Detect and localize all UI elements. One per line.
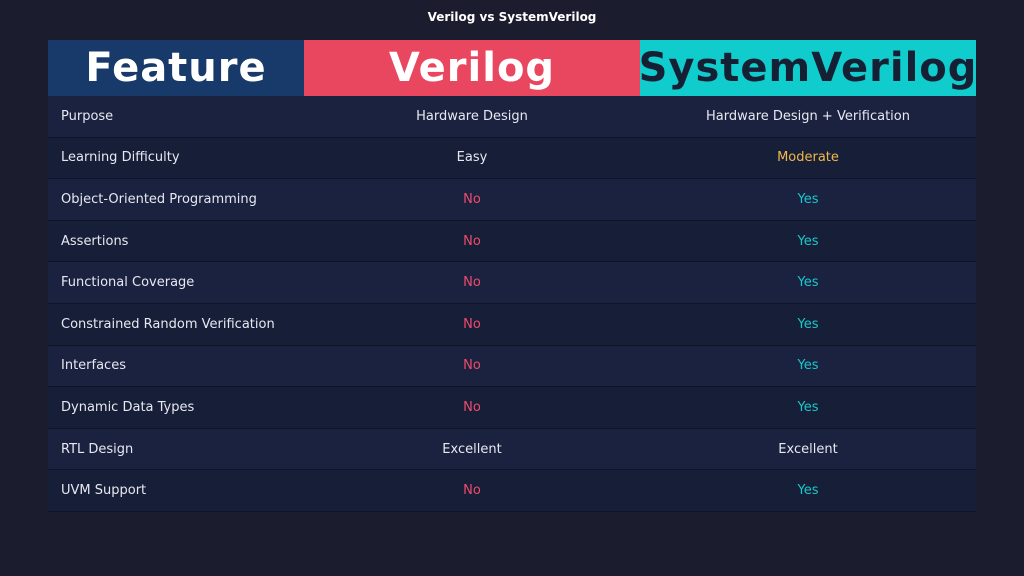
table-row: Constrained Random Verification No Yes xyxy=(48,303,976,346)
feature-cell: Learning Difficulty xyxy=(61,150,180,166)
table-row: Purpose Hardware Design Hardware Design … xyxy=(48,96,976,138)
header-verilog: Verilog xyxy=(304,40,640,96)
feature-cell: RTL Design xyxy=(61,441,134,457)
systemverilog-cell: Yes xyxy=(797,316,819,332)
feature-cell: UVM Support xyxy=(61,483,147,499)
table-header-row: Feature Verilog SystemVerilog xyxy=(48,40,976,96)
feature-cell: Functional Coverage xyxy=(61,275,195,291)
verilog-cell: No xyxy=(463,233,481,249)
verilog-cell: No xyxy=(463,483,481,499)
page-title: Verilog vs SystemVerilog xyxy=(427,10,597,24)
header-systemverilog: SystemVerilog xyxy=(640,40,976,96)
table-row: Dynamic Data Types No Yes xyxy=(48,387,976,429)
table-row: Object-Oriented Programming No Yes xyxy=(48,179,976,221)
comparison-table: Feature Verilog SystemVerilog Purpose Ha… xyxy=(48,40,976,512)
verilog-cell: Excellent xyxy=(442,441,502,457)
feature-cell: Dynamic Data Types xyxy=(61,399,195,415)
feature-cell: Interfaces xyxy=(61,358,126,374)
table-row: Interfaces No Yes xyxy=(48,345,976,388)
table-row: Learning Difficulty Easy Moderate xyxy=(48,137,976,180)
systemverilog-cell: Moderate xyxy=(777,150,839,166)
verilog-cell: Hardware Design xyxy=(416,108,528,124)
table-row: Assertions No Yes xyxy=(48,220,976,263)
verilog-cell: No xyxy=(463,191,481,207)
systemverilog-cell: Excellent xyxy=(778,441,838,457)
systemverilog-cell: Yes xyxy=(797,358,819,374)
verilog-cell: Easy xyxy=(456,150,488,166)
header-feature: Feature xyxy=(48,40,304,96)
systemverilog-cell: Yes xyxy=(797,399,819,415)
comparison-slide: Verilog vs SystemVerilog Feature Verilog… xyxy=(0,0,1024,576)
table-row: Functional Coverage No Yes xyxy=(48,262,976,304)
systemverilog-cell: Yes xyxy=(797,191,819,207)
feature-cell: Constrained Random Verification xyxy=(61,316,275,332)
feature-cell: Assertions xyxy=(61,233,129,249)
systemverilog-cell: Hardware Design + Verification xyxy=(706,108,910,124)
feature-cell: Object-Oriented Programming xyxy=(61,191,257,207)
systemverilog-cell: Yes xyxy=(797,483,819,499)
systemverilog-cell: Yes xyxy=(797,275,819,291)
feature-cell: Purpose xyxy=(61,108,114,124)
verilog-cell: No xyxy=(463,275,481,291)
systemverilog-cell: Yes xyxy=(797,233,819,249)
table-row: RTL Design Excellent Excellent xyxy=(48,428,976,471)
verilog-cell: No xyxy=(463,358,481,374)
verilog-cell: No xyxy=(463,399,481,415)
table-row: UVM Support No Yes xyxy=(48,470,976,512)
verilog-cell: No xyxy=(463,316,481,332)
